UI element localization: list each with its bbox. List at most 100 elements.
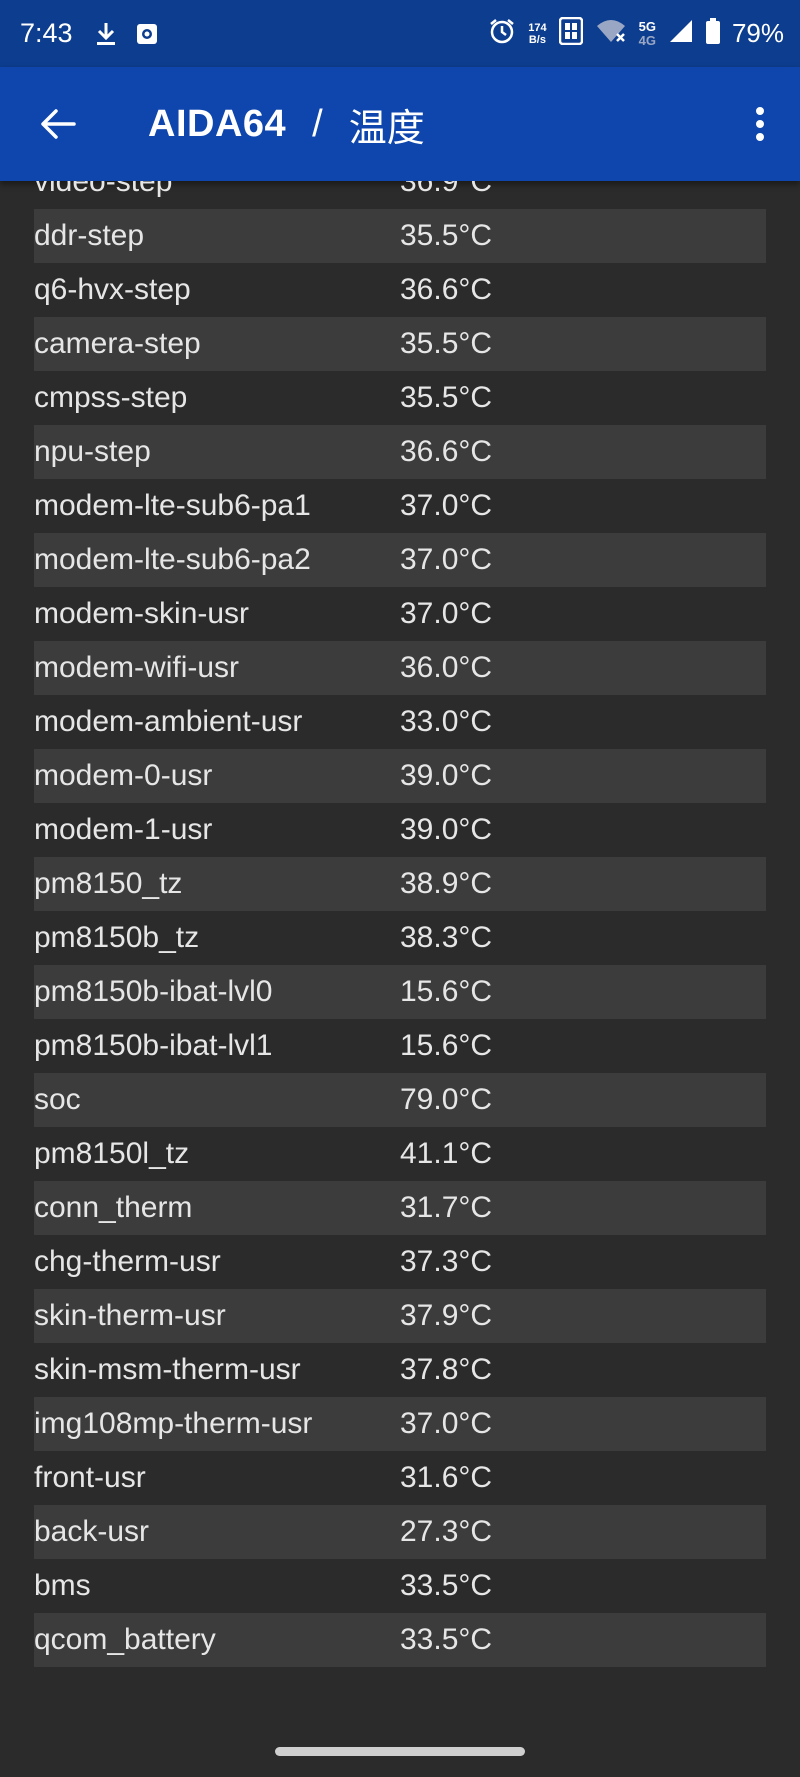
sensor-name: modem-0-usr	[34, 759, 213, 792]
sensor-value: 33.5°C	[400, 1623, 493, 1656]
back-button[interactable]	[28, 94, 88, 154]
sensor-list[interactable]: video-step 36.9°C ddr-step 35.5°C q6-hvx-ste…	[34, 181, 766, 1701]
title-separator: /	[312, 102, 323, 145]
sensor-row[interactable]: back-usr 27.3°C	[34, 1505, 766, 1559]
sensor-name: qcom_battery	[34, 1623, 216, 1656]
sensor-name: modem-lte-sub6-pa2	[34, 543, 311, 576]
sensor-row[interactable]: modem-skin-usr 37.0°C	[34, 587, 766, 641]
sensor-value: 36.6°C	[400, 435, 493, 468]
sensor-name: pm8150b-ibat-lvl1	[34, 1029, 273, 1062]
sensor-row[interactable]: ddr-step 35.5°C	[34, 209, 766, 263]
sensor-row[interactable]: qcom_battery 33.5°C	[34, 1613, 766, 1667]
more-vert-icon	[756, 107, 764, 141]
network-5g: 5G	[638, 18, 656, 34]
sensor-value: 35.5°C	[400, 327, 493, 360]
sensor-row[interactable]: pm8150b-ibat-lvl0 15.6°C	[34, 965, 766, 1019]
sensor-value: 15.6°C	[400, 975, 493, 1008]
sensor-row[interactable]: front-usr 31.6°C	[34, 1451, 766, 1505]
network-4g: 4G	[638, 32, 656, 48]
sensor-row[interactable]: pm8150_tz 38.9°C	[34, 857, 766, 911]
sensor-row[interactable]: skin-therm-usr 37.9°C	[34, 1289, 766, 1343]
sensor-value: 39.0°C	[400, 813, 493, 846]
sensor-name: modem-ambient-usr	[34, 705, 303, 738]
page-title: 温度	[348, 107, 425, 150]
sensor-name: modem-1-usr	[34, 813, 213, 846]
sensor-row[interactable]: modem-wifi-usr 36.0°C	[34, 641, 766, 695]
sensor-name: pm8150_tz	[34, 867, 183, 900]
sensor-value: 31.7°C	[400, 1191, 493, 1224]
sensor-row[interactable]: modem-lte-sub6-pa2 37.0°C	[34, 533, 766, 587]
sensor-value: 38.3°C	[400, 921, 493, 954]
sensor-list-content: video-step 36.9°C ddr-step 35.5°C q6-hvx-ste…	[34, 181, 766, 1667]
sensor-name: cmpss-step	[34, 381, 188, 414]
sensor-row[interactable]: modem-0-usr 39.0°C	[34, 749, 766, 803]
sensor-name: npu-step	[34, 435, 151, 468]
sensor-value: 36.9°C	[400, 181, 493, 198]
app-bar: AIDA64 / 温度	[0, 67, 800, 181]
sensor-name: skin-msm-therm-usr	[34, 1353, 301, 1386]
sensor-name: front-usr	[34, 1461, 146, 1494]
gesture-nav-bar[interactable]	[275, 1747, 525, 1756]
sensor-row[interactable]: q6-hvx-step 36.6°C	[34, 263, 766, 317]
overflow-menu-button[interactable]	[740, 94, 780, 154]
sensor-row[interactable]: img108mp-therm-usr 37.0°C	[34, 1397, 766, 1451]
net-speed-value: 174	[528, 21, 547, 34]
sensor-row[interactable]: pm8150l_tz 41.1°C	[34, 1127, 766, 1181]
signal-icon	[668, 18, 694, 49]
sensor-value: 35.5°C	[400, 219, 493, 252]
sensor-row[interactable]: pm8150b_tz 38.3°C	[34, 911, 766, 965]
sensor-name: pm8150b-ibat-lvl0	[34, 975, 273, 1008]
screenshot-icon	[135, 22, 159, 46]
sensor-name: back-usr	[34, 1515, 150, 1548]
sensor-value: 39.0°C	[400, 759, 493, 792]
status-time: 7:43	[20, 18, 73, 48]
sensor-name: video-step	[34, 181, 173, 198]
sensor-name: pm8150l_tz	[34, 1137, 190, 1170]
sensor-value: 33.5°C	[400, 1569, 493, 1602]
network-type: 5G 4G	[638, 18, 656, 48]
sensor-value: 37.9°C	[400, 1299, 493, 1332]
alarm-icon	[488, 17, 516, 50]
sensor-name: skin-therm-usr	[34, 1299, 226, 1332]
download-icon	[95, 21, 117, 47]
sensor-value: 37.0°C	[400, 489, 493, 522]
sensor-row[interactable]: modem-1-usr 39.0°C	[34, 803, 766, 857]
sensor-row[interactable]: cmpss-step 35.5°C	[34, 371, 766, 425]
sensor-value: 41.1°C	[400, 1137, 493, 1170]
sensor-value: 37.3°C	[400, 1245, 493, 1278]
battery-icon	[705, 18, 720, 49]
sensor-row[interactable]: conn_therm 31.7°C	[34, 1181, 766, 1235]
sensor-value: 37.0°C	[400, 597, 493, 630]
sensor-row[interactable]: modem-ambient-usr 33.0°C	[34, 695, 766, 749]
sensor-row[interactable]: skin-msm-therm-usr 37.8°C	[34, 1343, 766, 1397]
sensor-row[interactable]: bms 33.5°C	[34, 1559, 766, 1613]
sensor-name: pm8150b_tz	[34, 921, 200, 954]
sensor-value: 15.6°C	[400, 1029, 493, 1062]
sensor-value: 37.0°C	[400, 1407, 493, 1440]
sensor-value: 27.3°C	[400, 1515, 493, 1548]
sensor-name: modem-skin-usr	[34, 597, 250, 630]
sensor-value: 33.0°C	[400, 705, 493, 738]
sensor-name: img108mp-therm-usr	[34, 1407, 313, 1440]
nfc-icon	[558, 16, 583, 50]
sensor-row[interactable]: soc 79.0°C	[34, 1073, 766, 1127]
app-title: AIDA64	[148, 102, 287, 145]
sensor-row[interactable]: modem-lte-sub6-pa1 37.0°C	[34, 479, 766, 533]
sensor-row[interactable]: npu-step 36.6°C	[34, 425, 766, 479]
back-arrow-icon	[41, 109, 76, 139]
sensor-row[interactable]: camera-step 35.5°C	[34, 317, 766, 371]
sensor-name: conn_therm	[34, 1191, 193, 1224]
sensor-value: 79.0°C	[400, 1083, 493, 1116]
sensor-value: 36.6°C	[400, 273, 493, 306]
net-speed-unit: B/s	[528, 33, 546, 46]
sensor-row[interactable]: video-step 36.9°C	[34, 181, 766, 209]
status-bar: 7:43 174 B/s 5G 4G 79%	[0, 0, 800, 67]
sensor-value: 37.0°C	[400, 543, 493, 576]
sensor-name: modem-lte-sub6-pa1	[34, 489, 311, 522]
sensor-row[interactable]: chg-therm-usr 37.3°C	[34, 1235, 766, 1289]
wifi-icon	[595, 18, 627, 49]
sensor-row[interactable]: pm8150b-ibat-lvl1 15.6°C	[34, 1019, 766, 1073]
sensor-value: 38.9°C	[400, 867, 493, 900]
battery-percent: 79%	[731, 18, 784, 48]
net-speed: 174 B/s	[528, 22, 546, 46]
